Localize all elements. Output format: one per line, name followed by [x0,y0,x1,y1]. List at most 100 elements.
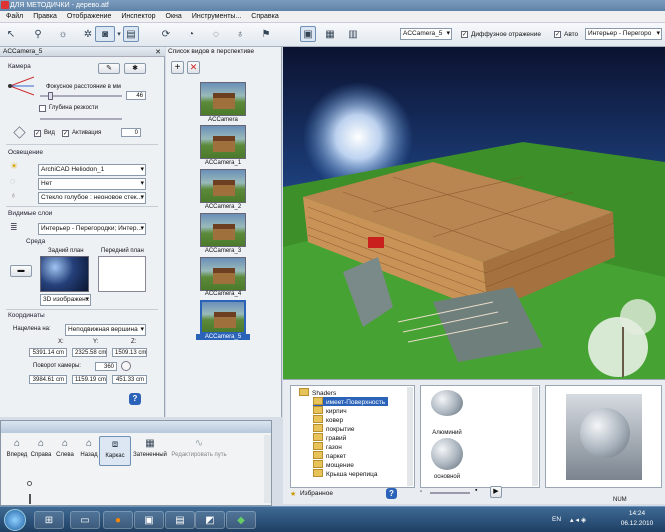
pin-tool-icon[interactable]: ⚑ [258,26,274,42]
clock-time[interactable]: 14:24 [617,510,657,517]
delete-camera-button[interactable]: ✕ [187,61,200,74]
glass-select[interactable]: Стекло голубое : неоновое стек... [38,192,146,204]
clock-date[interactable]: 06.12.2010 [617,520,657,527]
preview-scrollbar[interactable] [532,387,538,486]
bulb-tool-icon[interactable]: ◌ [208,26,224,42]
drop-tool-icon[interactable]: ◔ [183,26,199,42]
taskbar-explorer-icon[interactable]: ▭ [70,511,100,529]
z2-input[interactable]: 451.33 cm [112,375,147,384]
focal-slider-handle[interactable] [48,92,53,100]
render-region-icon[interactable]: ▣ [300,26,316,42]
camera-thumb-4[interactable] [200,257,246,291]
folder-item[interactable]: газон [313,442,342,451]
layers-select[interactable]: Интерьер - Перегородки; Интер... [38,223,146,235]
foreground-image[interactable] [98,256,146,292]
camera-thumb-3[interactable] [200,213,246,247]
taskbar-app-icon[interactable]: ▣ [134,511,164,529]
pointer-tool-icon[interactable]: ↖ [3,26,19,42]
camera-thumb-0[interactable] [200,82,246,116]
camera-thumb-1[interactable] [200,125,246,159]
menu-inspector[interactable]: Инспектор [121,11,155,22]
x1-input[interactable]: 5391.14 cm [29,348,67,357]
camera-thumb-5[interactable] [200,300,246,334]
menu-tools[interactable]: Инструменты... [192,11,241,22]
render-settings-icon[interactable]: ▥ [345,26,361,42]
3d-viewport[interactable] [283,47,665,379]
camera-settings-button[interactable]: ✱ [124,63,146,74]
taskbar-firefox-icon[interactable]: ● [103,511,133,529]
light-select[interactable]: ArchiCAD Heliodon_1 [38,164,146,176]
menu-file[interactable]: Файл [6,11,23,22]
folder-item[interactable]: гравий [313,433,346,442]
light-tool-icon[interactable]: ✲ [80,26,96,42]
activation-input[interactable]: 0 [121,128,141,137]
orbit-tool-icon[interactable]: ⟳ [158,26,174,42]
sun-tool-icon[interactable]: ☼ [55,26,71,42]
material-sphere-aluminium[interactable] [431,390,463,416]
menu-help[interactable]: Справка [251,11,278,22]
language-indicator[interactable]: EN [552,516,561,523]
folder-item[interactable]: паркет [313,451,346,460]
second-light-select[interactable]: Нет [38,178,146,190]
auto-checkbox[interactable]: ✓ [554,31,561,38]
path-point-icon[interactable] [27,481,32,486]
folder-item[interactable]: покрытие [313,424,355,433]
taskbar-artlantis-icon[interactable]: ◩ [195,511,225,529]
tray-icons[interactable]: ▴ ◂ ◈ [570,516,586,524]
style-select[interactable]: Интерьер - Перегоро [585,28,662,40]
view-checkbox[interactable]: ✓ [34,130,41,137]
panel-close-icon[interactable]: ✕ [155,48,161,56]
menu-edit[interactable]: Правка [33,11,57,22]
help-icon[interactable]: ? [129,393,141,405]
camera-inspector-panel: ACCamera_5 ✕ Камера ✎ ✱ Фокусное расстоя… [0,47,165,417]
taskbar-green-app-icon[interactable]: ◆ [226,511,256,529]
folder-item[interactable]: Крыша черепица [313,469,377,478]
menu-view[interactable]: Отображение [67,11,112,22]
view-tool-icon[interactable]: ▤ [123,26,139,42]
play-button[interactable]: ▶ [490,486,502,498]
tree-scrollbar[interactable] [407,387,413,486]
start-button[interactable] [4,509,26,531]
dof-slider-track[interactable] [40,118,122,120]
add-camera-button[interactable]: + [171,61,184,74]
preview-size-slider[interactable] [430,492,470,494]
taskbar-document-icon[interactable]: ▤ [165,511,195,529]
x2-input[interactable]: 3984.61 cm [29,375,67,384]
y2-input[interactable]: 1159.19 cm [72,375,107,384]
image-type-select[interactable]: 3D изображен... [40,294,91,306]
taskbar-windows-icon[interactable]: ⊞ [34,511,64,529]
rotation-input[interactable]: 360 [95,362,117,371]
environment-toggle-button[interactable]: ▬ [10,265,32,277]
folder-shaders[interactable]: Shaders [299,388,336,397]
zoom-in-icon[interactable]: ▪ [475,487,477,494]
camera-dropdown-icon[interactable]: ▾ [116,26,122,42]
diffuse-checkbox[interactable]: ✓ [461,31,468,38]
camera-tool-icon[interactable]: ◙ [95,26,115,42]
nav-edit-path-button[interactable]: ∿ Редактировать путь [169,436,229,466]
camera-select[interactable]: ACCamera_5 [400,28,452,40]
folder-item[interactable]: ковер [313,415,343,424]
paint-tool-icon[interactable]: ⚲ [30,26,46,42]
rotation-dial-icon[interactable] [121,361,131,371]
folder-item[interactable]: имеет-Поверхность [313,397,389,406]
nav-wireframe-button[interactable]: ⧈ Каркас [99,436,131,466]
activation-checkbox[interactable]: ✓ [62,130,69,137]
zoom-out-icon[interactable]: ▫ [420,489,422,495]
render-icon[interactable]: ▦ [322,26,338,42]
camera-thumb-2[interactable] [200,169,246,203]
y1-input[interactable]: 2325.58 cm [72,348,107,357]
folder-item[interactable]: мощение [313,460,354,469]
dof-checkbox[interactable] [39,105,46,112]
library-help-icon[interactable]: ? [386,488,397,499]
nav-shaded-button[interactable]: ▦ Затененный [132,436,168,466]
z1-input[interactable]: 1509.13 cm [112,348,147,357]
background-image[interactable] [40,256,89,292]
lamp-tool-icon[interactable]: ♁ [232,26,248,42]
focal-length-input[interactable]: 46 [126,91,146,100]
material-sphere-base[interactable] [431,438,463,470]
folder-item[interactable]: кирпич [313,406,347,415]
camera-edit-button[interactable]: ✎ [98,63,120,74]
aim-select[interactable]: Неподвижная вершина [65,324,146,336]
nav-scrollbar[interactable] [264,435,271,503]
menu-windows[interactable]: Окна [166,11,182,22]
